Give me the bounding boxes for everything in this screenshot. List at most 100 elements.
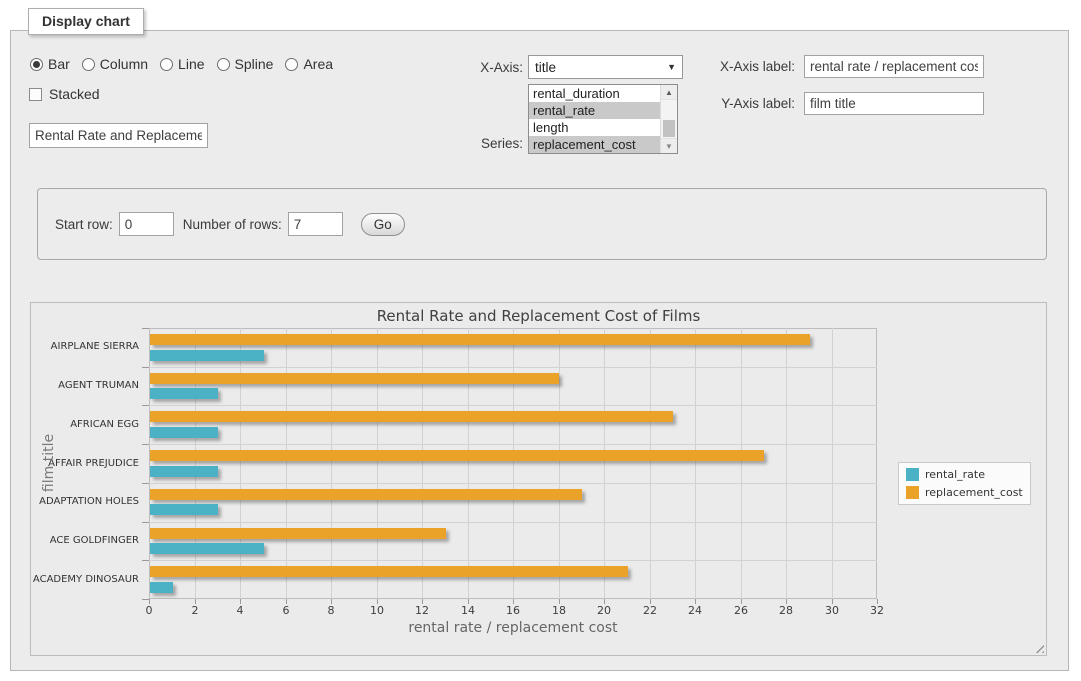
gridline-vertical	[331, 328, 332, 599]
go-button[interactable]: Go	[361, 213, 405, 236]
chevron-down-icon: ▼	[667, 62, 676, 72]
y-category-label: ACADEMY DINOSAUR	[31, 574, 139, 586]
y-category-label: AIRPLANE SIERRA	[31, 341, 139, 353]
bar-replacement_cost	[150, 450, 764, 461]
y-tick-mark	[142, 328, 149, 329]
chart-area: Rental Rate and Replacement Cost of Film…	[30, 302, 1047, 656]
series-select-label: Series:	[440, 136, 523, 151]
chart-type-label-spline: Spline	[235, 56, 274, 72]
gridline-vertical	[195, 328, 196, 599]
bar-rental_rate	[150, 427, 218, 438]
bar-rental_rate	[150, 543, 264, 554]
chart-type-option-area[interactable]: Area	[285, 56, 333, 72]
x-tick-label: 16	[506, 604, 520, 617]
chart-type-label-bar: Bar	[48, 56, 70, 72]
legend-swatch-icon	[906, 468, 919, 481]
gridline-vertical	[559, 328, 560, 599]
bar-rental_rate	[150, 466, 218, 477]
y-tick-mark	[142, 444, 149, 445]
x-tick-label: 6	[283, 604, 290, 617]
gridline-vertical	[604, 328, 605, 599]
scroll-down-icon: ▼	[665, 142, 673, 151]
scrollbar-thumb[interactable]	[663, 120, 675, 137]
bar-replacement_cost	[150, 489, 582, 500]
start-row-input[interactable]	[119, 212, 174, 236]
radio-column[interactable]	[82, 58, 95, 71]
bar-replacement_cost	[150, 373, 559, 384]
y-category-label: ADAPTATION HOLES	[31, 496, 139, 508]
gridline-vertical	[832, 328, 833, 599]
series-option-rental_duration[interactable]: rental_duration	[529, 85, 660, 102]
chart-type-label-area: Area	[303, 56, 333, 72]
x-tick-label: 2	[192, 604, 199, 617]
stacked-checkbox[interactable]	[29, 88, 42, 101]
gridline-vertical	[468, 328, 469, 599]
y-tick-mark	[142, 599, 149, 600]
y-axis-label-field-label: Y-Axis label:	[705, 96, 795, 111]
chart-type-option-bar[interactable]: Bar	[30, 56, 70, 72]
y-axis-title: film title	[41, 434, 57, 492]
x-axis-select-label: X-Axis:	[440, 60, 523, 75]
gridline-vertical	[695, 328, 696, 599]
x-tick-label: 14	[461, 604, 475, 617]
series-options: rental_durationrental_ratelengthreplacem…	[529, 85, 660, 153]
stacked-option[interactable]: Stacked	[29, 86, 100, 102]
gridline-horizontal	[149, 483, 877, 484]
y-category-label: AFRICAN EGG	[31, 419, 139, 431]
y-tick-mark	[142, 483, 149, 484]
y-tick-mark	[142, 405, 149, 406]
legend-item: rental_rate	[906, 468, 1023, 481]
chart-type-label-line: Line	[178, 56, 204, 72]
gridline-vertical	[240, 328, 241, 599]
resize-handle-icon[interactable]	[1032, 641, 1044, 653]
gridline-horizontal	[149, 444, 877, 445]
chart-legend: rental_rate replacement_cost	[898, 462, 1031, 505]
legend-label: replacement_cost	[925, 486, 1023, 499]
chart-type-label-column: Column	[100, 56, 148, 72]
x-axis-select[interactable]: title ▼	[528, 55, 683, 79]
series-option-replacement_cost[interactable]: replacement_cost	[529, 136, 660, 153]
bar-rental_rate	[150, 388, 218, 399]
radio-line[interactable]	[160, 58, 173, 71]
x-tick-label: 20	[597, 604, 611, 617]
series-option-length[interactable]: length	[529, 119, 660, 136]
bar-replacement_cost	[150, 528, 446, 539]
scroll-down-button[interactable]: ▼	[661, 138, 677, 153]
x-tick-label: 4	[237, 604, 244, 617]
panel-title: Display chart	[28, 8, 144, 35]
bar-rental_rate	[150, 350, 264, 361]
y-axis-label-input[interactable]	[804, 92, 984, 115]
chart-title-input[interactable]	[29, 123, 208, 148]
x-tick-label: 26	[734, 604, 748, 617]
gridline-vertical	[513, 328, 514, 599]
number-of-rows-label: Number of rows:	[183, 217, 282, 232]
chart-type-option-spline[interactable]: Spline	[217, 56, 274, 72]
radio-area[interactable]	[285, 58, 298, 71]
x-axis-label-input[interactable]	[804, 55, 984, 78]
page: Display chart Bar Column Line Spline Area St…	[0, 0, 1081, 681]
row-controls-panel: Start row: Number of rows: Go	[37, 188, 1047, 260]
radio-spline[interactable]	[217, 58, 230, 71]
gridline-horizontal	[149, 405, 877, 406]
bar-rental_rate	[150, 504, 218, 515]
gridline-vertical	[741, 328, 742, 599]
chart-type-options: Bar Column Line Spline Area	[30, 56, 333, 72]
bar-replacement_cost	[150, 566, 628, 577]
scroll-up-button[interactable]: ▲	[661, 85, 677, 100]
series-option-rental_rate[interactable]: rental_rate	[529, 102, 660, 119]
gridline-horizontal	[149, 560, 877, 561]
chart-type-option-column[interactable]: Column	[82, 56, 148, 72]
gridline-vertical	[650, 328, 651, 599]
series-select[interactable]: rental_durationrental_ratelengthreplacem…	[528, 84, 678, 154]
series-scrollbar[interactable]: ▲ ▼	[660, 85, 677, 153]
chart-type-option-line[interactable]: Line	[160, 56, 204, 72]
x-tick-label: 0	[146, 604, 153, 617]
number-of-rows-input[interactable]	[288, 212, 343, 236]
x-tick-label: 30	[825, 604, 839, 617]
x-tick-label: 10	[370, 604, 384, 617]
x-axis-label-field-label: X-Axis label:	[705, 59, 795, 74]
bar-rental_rate	[150, 582, 173, 593]
y-tick-mark	[142, 367, 149, 368]
radio-bar[interactable]	[30, 58, 43, 71]
gridline-horizontal	[149, 367, 877, 368]
